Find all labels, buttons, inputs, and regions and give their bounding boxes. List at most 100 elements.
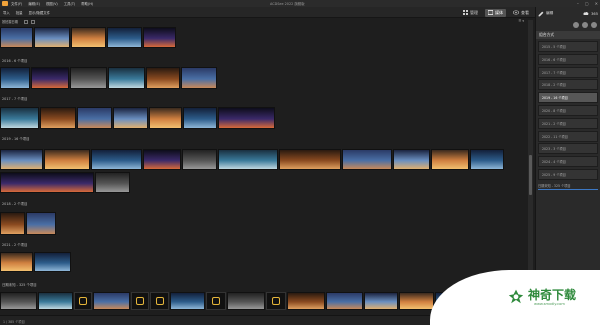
mode-media-label: 媒体 (495, 9, 503, 15)
photo-thumbnail[interactable] (31, 67, 69, 89)
photo-thumbnail[interactable] (326, 292, 363, 310)
cloud-button[interactable]: 365 (583, 11, 598, 16)
photo-thumbnail[interactable] (364, 292, 398, 310)
sidebar-group-item[interactable]: 2019 - 16 个项目 (538, 92, 598, 104)
photo-thumbnail[interactable] (143, 149, 181, 170)
file-type-icon (272, 297, 280, 305)
thumbnail-view-icon[interactable] (23, 19, 28, 24)
details-view-icon[interactable] (30, 19, 35, 24)
sidebar-group-item[interactable]: 2024 - 4 个项目 (538, 156, 598, 168)
photo-thumbnail[interactable] (0, 27, 33, 48)
cloud-label: 365 (591, 11, 598, 16)
photo-thumbnail[interactable] (107, 27, 142, 48)
photo-thumbnail[interactable] (0, 149, 43, 170)
photo-thumbnail[interactable] (266, 292, 286, 310)
photo-thumbnail[interactable] (38, 292, 73, 310)
photo-thumbnail[interactable] (34, 27, 70, 48)
photo-thumbnail[interactable] (287, 292, 325, 310)
photo-thumbnail[interactable] (0, 172, 94, 193)
photo-thumbnail[interactable] (34, 252, 71, 272)
photo-thumbnail[interactable] (470, 149, 504, 170)
photo-thumbnail[interactable] (431, 149, 469, 170)
sidebar-group-item[interactable]: 2017 - 7 个项目 (538, 66, 598, 78)
browser-subbar: 按拍摄日期 ☰ ▾ (0, 18, 527, 25)
sidebar-group-item[interactable]: 2025 - 9 个项目 (538, 168, 598, 180)
photo-thumbnail[interactable] (0, 252, 33, 272)
view-options-button[interactable]: ☰ ▾ (519, 19, 524, 23)
photo-thumbnail[interactable] (131, 292, 149, 310)
sidebar-group-item[interactable]: 2016 - 6 个项目 (538, 53, 598, 65)
photo-thumbnail[interactable] (95, 172, 130, 193)
photo-thumbnail[interactable] (218, 149, 278, 170)
photo-thumbnail[interactable] (218, 107, 275, 129)
photo-thumbnail[interactable] (113, 107, 148, 129)
photo-thumbnail[interactable] (143, 27, 176, 48)
menu-tools[interactable]: 工具(T) (64, 1, 76, 6)
photo-thumbnail[interactable] (342, 149, 392, 170)
photo-thumbnail[interactable] (183, 107, 217, 129)
toggle-files-button[interactable]: 显示/隐藏文件 (29, 10, 51, 15)
photo-thumbnail[interactable] (71, 27, 106, 48)
mode-view[interactable]: 查看 (510, 9, 532, 17)
menu-edit[interactable]: 编辑(E) (28, 1, 40, 6)
photo-thumbnail[interactable] (44, 149, 90, 170)
app-logo-icon (2, 1, 8, 6)
chart-icon[interactable] (582, 21, 588, 28)
mode-media[interactable]: 媒体 (485, 8, 506, 17)
photo-thumbnail[interactable] (74, 292, 92, 310)
minimize-button[interactable]: – (577, 1, 579, 6)
photo-thumbnail[interactable] (0, 107, 39, 129)
photo-thumbnail[interactable] (182, 149, 217, 170)
group-label: 2021 - 2 个项目 (2, 243, 28, 247)
photo-thumbnail[interactable] (399, 292, 434, 310)
scroll-thumb[interactable] (529, 155, 532, 195)
sidebar-group-item[interactable]: 2015 - 5 个项目 (538, 41, 598, 52)
photo-thumbnail[interactable] (108, 67, 145, 89)
menu-file[interactable]: 文件(F) (11, 1, 22, 6)
photo-thumbnail[interactable] (26, 212, 56, 235)
sidebar-group-item[interactable]: 2022 - 11 个项目 (538, 130, 598, 142)
menu-bar: 文件(F) 编辑(E) 视图(V) 工具(T) 帮助(H) (11, 1, 93, 6)
menu-view[interactable]: 视图(V) (46, 1, 58, 6)
group-label: 2017 - 7 个项目 (2, 97, 28, 101)
close-button[interactable]: ✕ (595, 1, 598, 6)
photo-thumbnail[interactable] (227, 292, 265, 310)
photo-thumbnail[interactable] (77, 107, 112, 129)
sidebar-group-item[interactable]: 2018 - 2 个项目 (538, 79, 598, 91)
grid-scrollbar[interactable] (528, 20, 533, 312)
batch-button[interactable]: 批量 (16, 10, 23, 15)
info-icon[interactable] (573, 21, 579, 28)
photo-thumbnail[interactable] (279, 149, 341, 170)
group-label: 2018 - 2 个项目 (2, 202, 28, 206)
photo-thumbnail[interactable] (70, 67, 107, 89)
maximize-button[interactable]: ▢ (585, 1, 589, 6)
photo-thumbnail[interactable] (393, 149, 430, 170)
thumbnail-row (0, 149, 504, 170)
edit-mode-button[interactable]: 编辑 (538, 11, 553, 17)
sidebar-group-item[interactable]: 2023 - 3 个项目 (538, 143, 598, 155)
photo-thumbnail[interactable] (93, 292, 130, 310)
photo-thumbnail[interactable] (91, 149, 142, 170)
map-icon[interactable] (591, 21, 597, 28)
photo-thumbnail[interactable] (0, 292, 37, 310)
photo-thumbnail[interactable] (170, 292, 205, 310)
photo-thumbnail[interactable] (40, 107, 76, 129)
menu-help[interactable]: 帮助(H) (81, 1, 93, 6)
thumbnail-row (0, 107, 275, 129)
photo-thumbnail[interactable] (206, 292, 226, 310)
photo-thumbnail[interactable] (0, 212, 25, 235)
brand-name: 神奇下载 (528, 288, 577, 302)
photo-thumbnail[interactable] (149, 107, 182, 129)
unknown-date-label: 日期未知 - 325 个项目 (538, 183, 571, 188)
edit-mode-label: 编辑 (546, 11, 554, 15)
sort-dropdown[interactable]: 按拍摄日期 (2, 19, 18, 24)
photo-thumbnail[interactable] (150, 292, 169, 310)
photo-thumbnail[interactable] (181, 67, 217, 89)
import-button[interactable]: 导入 (3, 10, 10, 15)
sidebar-group-item[interactable]: 2021 - 2 个项目 (538, 117, 598, 129)
mode-manage[interactable]: 管理 (460, 9, 481, 17)
sidebar-group-item[interactable]: 2020 - 8 个项目 (538, 104, 598, 116)
photo-thumbnail[interactable] (146, 67, 180, 89)
window-controls: – ▢ ✕ (577, 1, 598, 6)
photo-thumbnail[interactable] (0, 67, 30, 89)
